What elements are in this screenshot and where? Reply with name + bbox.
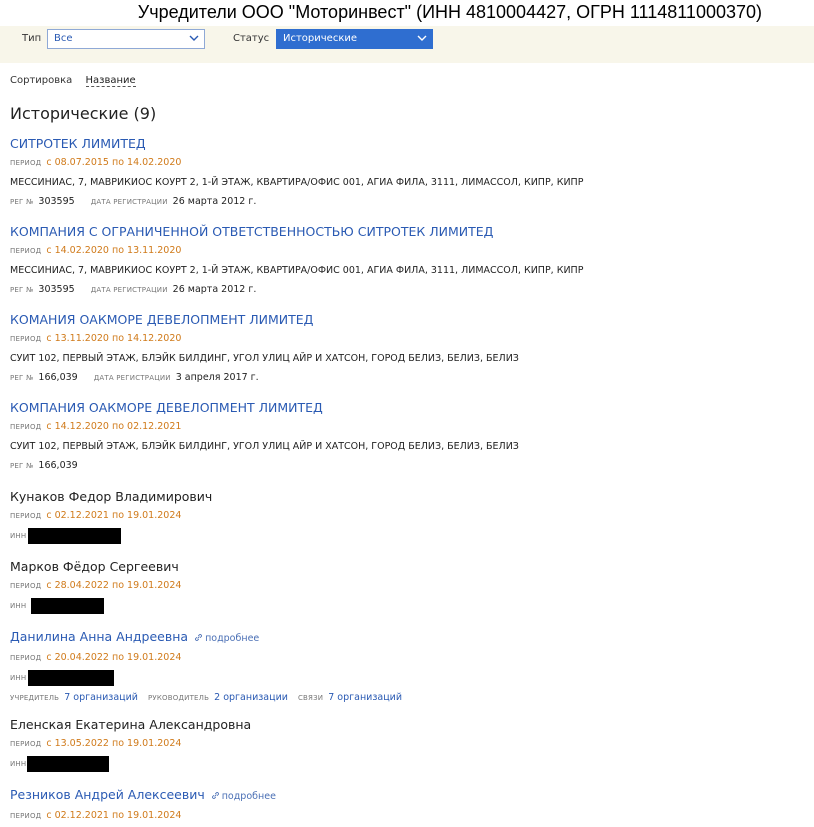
- filter-bar: Тип Все Статус Исторические: [0, 26, 814, 63]
- period-value: с 02.12.2021 по 19.01.2024: [46, 510, 182, 521]
- inn-label: ИНН: [10, 532, 27, 540]
- list-item: КОМПАНИЯ ОАКМОРЕ ДЕВЕЛОПМЕНТ ЛИМИТЕД ПЕР…: [10, 399, 810, 488]
- founder-name: Еленская Екатерина Александровна: [10, 717, 252, 732]
- period-label: ПЕРИОД: [10, 582, 42, 590]
- period-label: ПЕРИОД: [10, 654, 42, 662]
- period-value: с 08.07.2015 по 14.02.2020: [46, 157, 182, 168]
- list-item: КОМПАНИЯ С ОГРАНИЧЕННОЙ ОТВЕТСТВЕННОСТЬЮ…: [10, 223, 810, 311]
- period-label: ПЕРИОД: [10, 247, 42, 255]
- reg-no-label: РЕГ №: [10, 286, 34, 294]
- reg-date-label: ДАТА РЕГИСТРАЦИИ: [90, 198, 168, 206]
- period-value: с 14.12.2020 по 02.12.2021: [46, 421, 182, 432]
- list-item: Марков Фёдор Сергеевич ПЕРИОД с 28.04.202…: [10, 558, 810, 628]
- section-title: Исторические (9): [10, 104, 157, 123]
- founder-link[interactable]: КОМПАНИЯ ОАКМОРЕ ДЕВЕЛОПМЕНТ ЛИМИТЕД: [10, 399, 810, 417]
- reg-no-value: 303595: [38, 196, 75, 207]
- reg-no-label: РЕГ №: [10, 462, 34, 470]
- address: МЕССИНИАС, 7, МАВРИКИОС КОУРТ 2, 1-Й ЭТА…: [10, 177, 584, 188]
- reg-no-value: 303595: [38, 284, 75, 295]
- manager-count-label: РУКОВОДИТЕЛЬ: [147, 694, 210, 702]
- list-item: Еленская Екатерина Александровна ПЕРИОД с…: [10, 716, 810, 786]
- reg-date-label: ДАТА РЕГИСТРАЦИИ: [90, 286, 168, 294]
- more-label: подробнее: [205, 633, 260, 644]
- reg-no-label: РЕГ №: [10, 374, 34, 382]
- sort-by-name-button[interactable]: Название: [85, 75, 136, 87]
- founder-link[interactable]: СИТРОТЕК ЛИМИТЕД: [10, 135, 810, 153]
- founder-name: Марков Фёдор Сергеевич: [10, 559, 179, 574]
- period-value: с 13.05.2022 по 19.01.2024: [46, 738, 182, 749]
- link-icon: [195, 634, 203, 641]
- address: СУИТ 102, ПЕРВЫЙ ЭТАЖ, БЛЭЙК БИЛДИНГ, УГ…: [10, 353, 519, 364]
- founder-count-link[interactable]: 7 организаций: [64, 692, 138, 703]
- page-title: Учредители ООО "Моторинвест" (ИНН 481000…: [137, 2, 762, 22]
- sort-row: Сортировка Название: [10, 75, 136, 87]
- inn-label: ИНН: [10, 760, 27, 768]
- founder-link[interactable]: КОМПАНИЯ С ОГРАНИЧЕННОЙ ОТВЕТСТВЕННОСТЬЮ…: [10, 223, 810, 241]
- period-value: с 14.02.2020 по 13.11.2020: [46, 245, 182, 256]
- more-link[interactable]: подробнее: [194, 633, 259, 644]
- list-item: КОМАНИЯ ОАКМОРЕ ДЕВЕЛОПМЕНТ ЛИМИТЕД ПЕРИ…: [10, 311, 810, 399]
- list-item: СИТРОТЕК ЛИМИТЕД ПЕРИОД с 08.07.2015 по 1…: [10, 135, 810, 223]
- chevron-down-icon: [417, 35, 427, 41]
- links-count-label: СВЯЗИ: [297, 694, 324, 702]
- status-filter-select[interactable]: Исторические: [276, 29, 433, 49]
- founder-count-label: УЧРЕДИТЕЛЬ: [10, 694, 60, 702]
- reg-date-label: ДАТА РЕГИСТРАЦИИ: [93, 374, 171, 382]
- founder-link[interactable]: Данилина Анна Андреевна подробнее: [10, 628, 810, 648]
- inn-redacted: [28, 527, 122, 544]
- period-value: с 20.04.2022 по 19.01.2024: [46, 652, 182, 663]
- list-item: Резников Андрей Алексеевич подробнее ПЕРИ…: [10, 786, 810, 826]
- period-value: с 02.12.2021 по 19.01.2024: [46, 810, 182, 821]
- manager-count-link[interactable]: 2 организации: [214, 692, 288, 703]
- reg-date-value: 26 марта 2012 г.: [172, 284, 257, 295]
- status-filter-value: Исторические: [283, 33, 358, 44]
- reg-date-value: 26 марта 2012 г.: [172, 196, 257, 207]
- inn-redacted: [27, 755, 110, 772]
- period-label: ПЕРИОД: [10, 335, 42, 343]
- links-count-link[interactable]: 7 организаций: [328, 692, 402, 703]
- inn-label: ИНН: [10, 674, 27, 682]
- chevron-down-icon: [189, 35, 199, 41]
- period-label: ПЕРИОД: [10, 159, 42, 167]
- period-label: ПЕРИОД: [10, 512, 42, 520]
- founder-link[interactable]: Резников Андрей Алексеевич подробнее: [10, 786, 810, 806]
- status-filter-label: Статус: [233, 33, 270, 44]
- list-item: Кунаков Федор Владимирович ПЕРИОД с 02.12…: [10, 488, 810, 558]
- reg-date-value: 3 апреля 2017 г.: [175, 372, 259, 383]
- period-value: с 28.04.2022 по 19.01.2024: [46, 580, 182, 591]
- period-value: с 13.11.2020 по 14.12.2020: [46, 333, 182, 344]
- founder-name[interactable]: Данилина Анна Андреевна: [10, 629, 188, 644]
- sort-label: Сортировка: [10, 75, 73, 86]
- period-label: ПЕРИОД: [10, 812, 42, 820]
- inn-redacted: [31, 597, 105, 614]
- inn-redacted: [28, 669, 115, 686]
- type-filter-label: Тип: [22, 33, 42, 44]
- inn-label: ИНН: [10, 602, 27, 610]
- type-filter-select[interactable]: Все: [47, 29, 205, 49]
- founder-name: Кунаков Федор Владимирович: [10, 489, 213, 504]
- address: СУИТ 102, ПЕРВЫЙ ЭТАЖ, БЛЭЙК БИЛДИНГ, УГ…: [10, 441, 519, 452]
- period-label: ПЕРИОД: [10, 740, 42, 748]
- more-label: подробнее: [221, 791, 276, 802]
- reg-no-label: РЕГ №: [10, 198, 34, 206]
- period-label: ПЕРИОД: [10, 423, 42, 431]
- more-link[interactable]: подробнее: [211, 791, 276, 802]
- reg-no-value: 166,039: [38, 372, 78, 383]
- founders-list: СИТРОТЕК ЛИМИТЕД ПЕРИОД с 08.07.2015 по 1…: [10, 135, 810, 826]
- founder-link[interactable]: КОМАНИЯ ОАКМОРЕ ДЕВЕЛОПМЕНТ ЛИМИТЕД: [10, 311, 810, 329]
- link-icon: [211, 792, 219, 799]
- list-item: Данилина Анна Андреевна подробнее ПЕРИОД с…: [10, 628, 810, 716]
- founder-name[interactable]: Резников Андрей Алексеевич: [10, 787, 205, 802]
- reg-no-value: 166,039: [38, 460, 78, 471]
- address: МЕССИНИАС, 7, МАВРИКИОС КОУРТ 2, 1-Й ЭТА…: [10, 265, 584, 276]
- type-filter-value: Все: [54, 33, 73, 44]
